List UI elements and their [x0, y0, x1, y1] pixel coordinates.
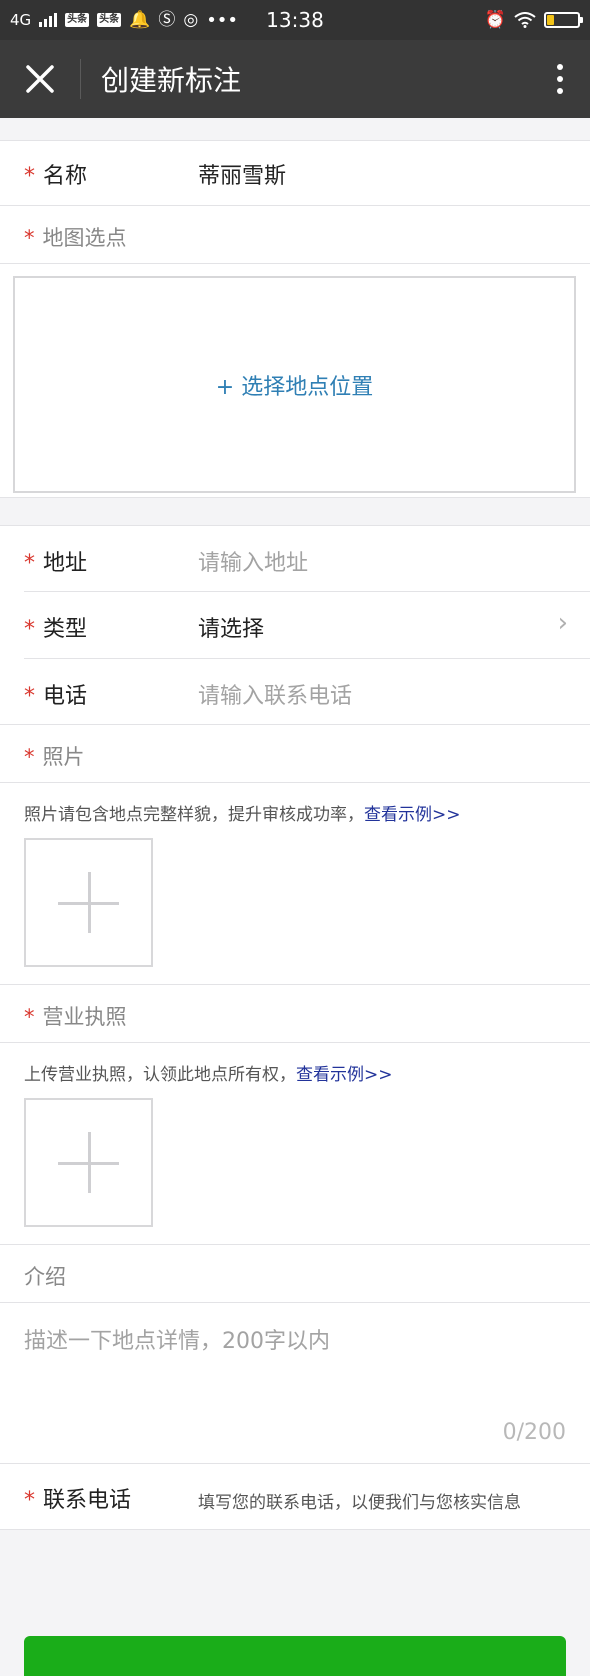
photo-label: * 照片	[24, 741, 85, 771]
nav-divider	[80, 59, 81, 99]
status-left: 4G 头条 头条 🔔 Ⓢ ◎ •••	[10, 10, 238, 31]
phone-label-text: 电话	[43, 684, 88, 709]
submit-button[interactable]	[24, 1636, 566, 1676]
intro-section-header: 介绍	[0, 1245, 590, 1303]
contact-phone-row[interactable]: * 联系电话 填写您的联系电话，以便我们与您核实信息	[0, 1464, 590, 1530]
required-mark: *	[24, 226, 35, 250]
phone-label: * 电话	[24, 678, 87, 710]
more-notifications-icon: •••	[206, 9, 239, 31]
address-input[interactable]: 请输入地址	[198, 545, 308, 577]
status-right: ⏰	[484, 10, 583, 30]
more-dot-icon	[557, 76, 563, 82]
close-icon	[26, 65, 54, 93]
name-input[interactable]: 蒂丽雪斯	[198, 158, 286, 190]
more-dot-icon	[557, 88, 563, 94]
photo-hint-text: 照片请包含地点完整样貌，提升审核成功率，	[24, 805, 364, 825]
more-menu-button[interactable]	[530, 40, 590, 118]
required-mark: *	[24, 617, 35, 642]
license-upload-button[interactable]	[24, 1098, 153, 1227]
intro-label: 介绍	[24, 1265, 66, 1289]
photo-section-header: * 照片	[0, 725, 590, 783]
s-app-icon: Ⓢ	[158, 10, 176, 30]
map-picker-area: + 选择地点位置	[0, 264, 590, 498]
toutiao-icon: 头条	[65, 13, 90, 27]
required-mark: *	[24, 551, 35, 576]
status-bar: 4G 头条 头条 🔔 Ⓢ ◎ ••• 13:38 ⏰	[0, 0, 590, 40]
chevron-right-icon[interactable]: ›	[558, 608, 568, 638]
select-location-button[interactable]: + 选择地点位置	[13, 276, 576, 493]
name-label: * 名称	[24, 158, 87, 190]
network-type: 4G	[10, 11, 32, 29]
close-button[interactable]	[0, 40, 80, 118]
intro-textarea[interactable]: 描述一下地点详情，200字以内 0/200	[0, 1303, 590, 1464]
type-select[interactable]: 请选择	[198, 611, 264, 643]
address-label-text: 地址	[43, 551, 88, 576]
required-mark: *	[24, 164, 35, 189]
contact-phone-label: * 联系电话	[24, 1482, 131, 1514]
toutiao-icon-2: 头条	[97, 13, 122, 27]
phone-input[interactable]: 请输入联系电话	[198, 678, 352, 710]
photo-upload-button[interactable]	[24, 838, 153, 967]
page-title: 创建新标注	[101, 64, 242, 97]
type-label: * 类型	[24, 611, 87, 643]
required-mark: *	[24, 1488, 35, 1513]
signal-icon	[39, 13, 58, 27]
license-example-link[interactable]: 查看示例>>	[296, 1065, 393, 1085]
map-label: * 地图选点	[24, 222, 127, 252]
required-mark: *	[24, 745, 35, 769]
contact-phone-input[interactable]: 填写您的联系电话，以便我们与您核实信息	[198, 1488, 521, 1513]
license-label-text: 营业执照	[42, 1005, 127, 1029]
name-label-text: 名称	[43, 164, 88, 189]
more-dot-icon	[557, 64, 563, 70]
photo-upload-area: 照片请包含地点完整样貌，提升审核成功率，查看示例>>	[0, 783, 590, 985]
license-upload-area: 上传营业执照，认领此地点所有权，查看示例>>	[0, 1043, 590, 1245]
type-label-text: 类型	[43, 617, 88, 642]
map-label-text: 地图选点	[42, 226, 127, 250]
photo-hint: 照片请包含地点完整样貌，提升审核成功率，查看示例>>	[24, 800, 461, 825]
license-label: * 营业执照	[24, 1001, 127, 1031]
wifi-icon	[514, 12, 536, 28]
nav-bar: 创建新标注	[0, 40, 590, 118]
battery-level	[547, 15, 554, 25]
select-location-label: + 选择地点位置	[215, 374, 374, 400]
license-hint: 上传营业执照，认领此地点所有权，查看示例>>	[24, 1060, 393, 1085]
char-counter: 0/200	[502, 1420, 566, 1445]
photo-label-text: 照片	[42, 745, 85, 769]
license-section-header: * 营业执照	[0, 985, 590, 1043]
alarm-icon: ⏰	[484, 10, 506, 30]
intro-placeholder: 描述一下地点详情，200字以内	[24, 1329, 330, 1354]
required-mark: *	[24, 684, 35, 709]
qq-icon: 🔔	[129, 10, 151, 30]
license-hint-text: 上传营业执照，认领此地点所有权，	[24, 1065, 296, 1085]
battery-icon	[544, 12, 583, 28]
map-section-header: * 地图选点	[0, 206, 590, 264]
contact-info-group: * 地址 请输入地址 * 类型 请选择 › * 电话 请输入联系电话	[0, 525, 590, 725]
required-mark: *	[24, 1005, 35, 1029]
photo-example-link[interactable]: 查看示例>>	[364, 805, 461, 825]
contact-phone-label-text: 联系电话	[43, 1488, 132, 1513]
browser-icon: ◎	[183, 10, 199, 30]
name-row[interactable]: * 名称 蒂丽雪斯	[0, 140, 590, 206]
address-label: * 地址	[24, 545, 87, 577]
